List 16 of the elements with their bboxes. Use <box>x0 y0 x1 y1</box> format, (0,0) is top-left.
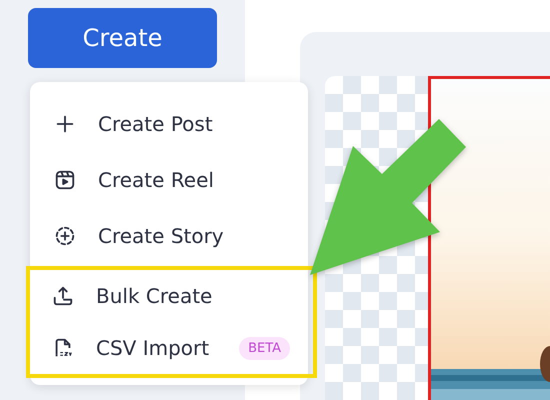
menu-item[interactable]: Create Post <box>30 96 308 152</box>
create-button[interactable]: Create <box>28 8 217 68</box>
menu-item-label: Bulk Create <box>96 284 212 308</box>
menu-item[interactable]: Create Story <box>30 208 308 264</box>
menu-item-label: Create Story <box>98 224 224 248</box>
menu-item[interactable]: CSV Import BETA <box>30 322 313 374</box>
upload-icon <box>52 285 74 307</box>
menu-item-label: Create Post <box>98 112 213 136</box>
plus-icon <box>54 113 76 135</box>
dashed-plus-circle-icon <box>54 225 76 247</box>
menu-item-label: CSV Import <box>96 336 210 360</box>
menu-item[interactable]: Create Reel <box>30 152 308 208</box>
video-icon <box>54 169 76 191</box>
beta-badge: BETA <box>239 336 290 360</box>
menu-item[interactable]: Bulk Create <box>30 270 313 322</box>
menu-item-label: Create Reel <box>98 168 214 192</box>
